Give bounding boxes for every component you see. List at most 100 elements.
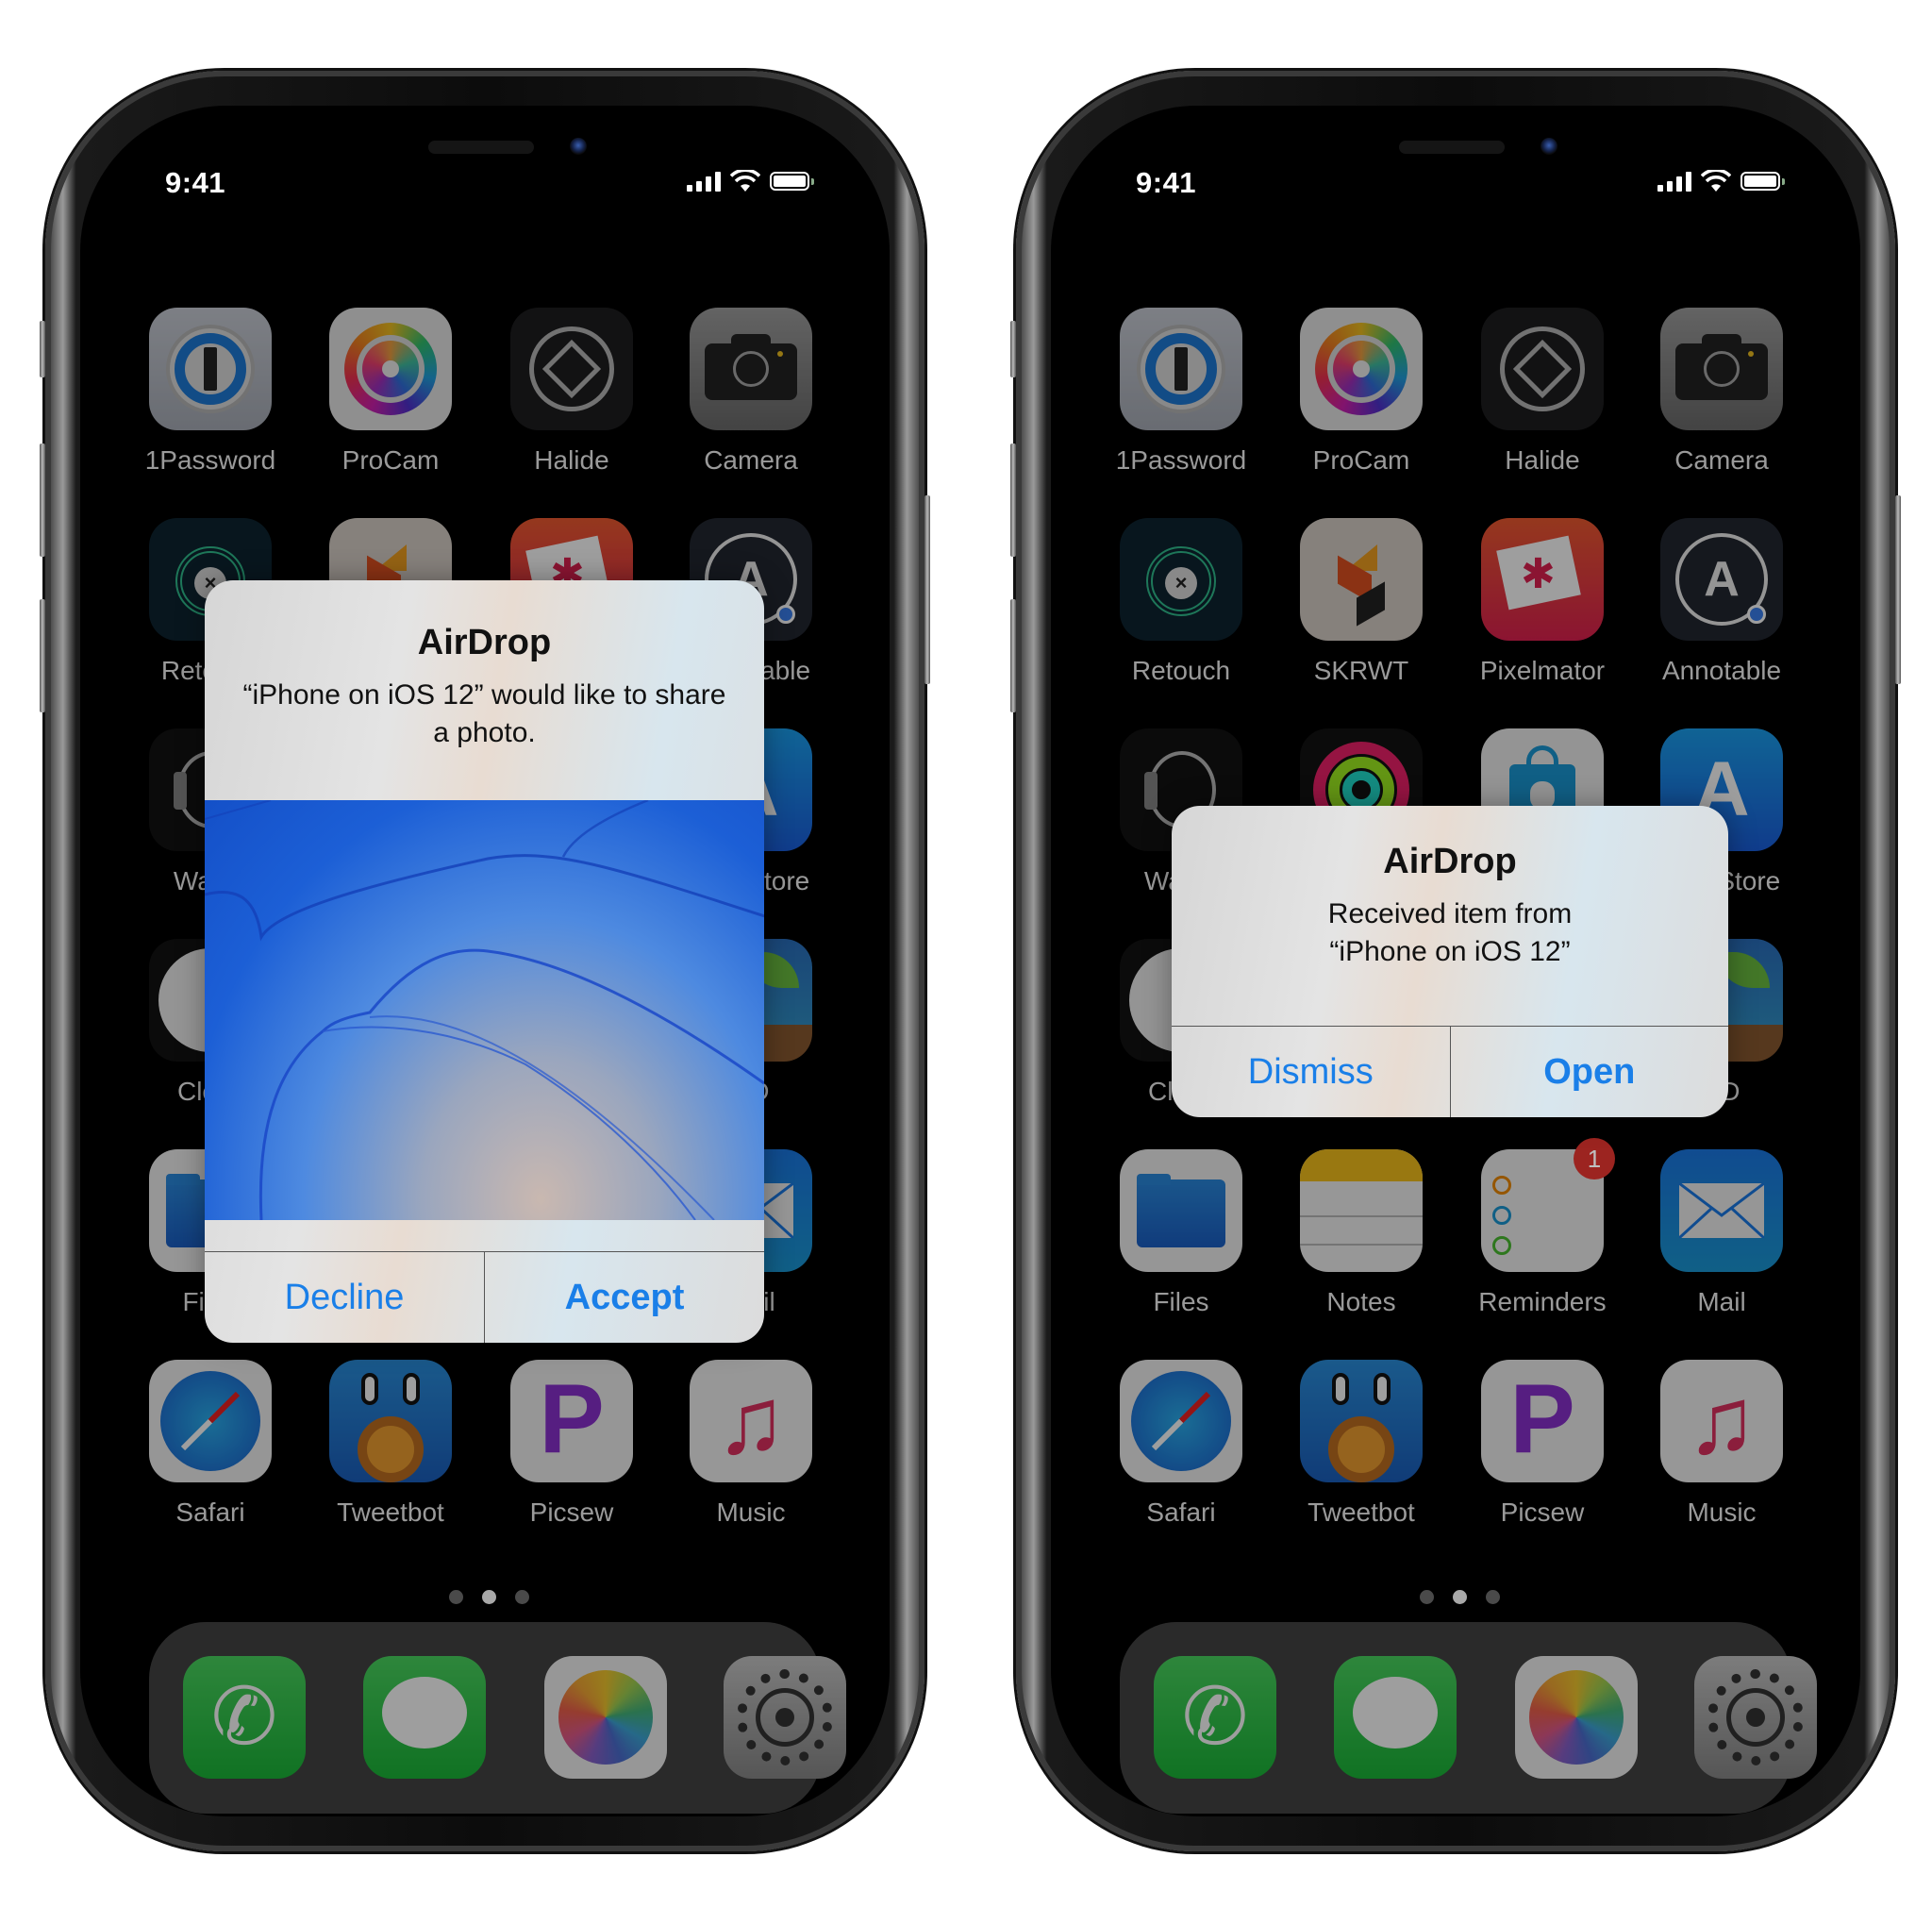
app-tweetbot[interactable]: Tweetbot (329, 1360, 452, 1527)
app-tweetbot[interactable]: Tweetbot (1300, 1360, 1423, 1527)
tweetbot-icon (1300, 1360, 1423, 1482)
files-icon (1120, 1149, 1242, 1272)
1password-icon (1120, 308, 1242, 430)
app-label: Tweetbot (337, 1497, 444, 1527)
dock-app-phone[interactable]: ✆ (183, 1656, 306, 1779)
dock-app-photos[interactable] (1515, 1656, 1638, 1779)
open-button[interactable]: Open (1449, 1027, 1729, 1117)
phone-icon: ✆ (1154, 1656, 1276, 1779)
procam-icon (1300, 308, 1423, 430)
app-label: Camera (1674, 445, 1769, 475)
app-retouch[interactable]: × Retouch (1120, 518, 1242, 685)
alert-title: AirDrop (1383, 842, 1517, 881)
dock-app-messages[interactable] (1334, 1656, 1457, 1779)
camera-icon (1660, 308, 1783, 430)
app-camera[interactable]: Camera (1660, 308, 1783, 475)
app-pixelmator[interactable]: ✱ Pixelmator (1480, 518, 1605, 685)
app-halide[interactable]: Halide (510, 308, 633, 475)
app-label: Files (1153, 1287, 1209, 1316)
page-dot[interactable] (449, 1590, 463, 1604)
app-label: Camera (704, 445, 798, 475)
halide-icon (1481, 308, 1604, 430)
safari-icon (149, 1360, 272, 1482)
app-label: Music (1687, 1497, 1757, 1527)
settings-icon (1694, 1656, 1817, 1779)
app-label: Music (716, 1497, 786, 1527)
decline-button[interactable]: Decline (205, 1252, 484, 1343)
app-notes[interactable]: Notes (1300, 1149, 1423, 1316)
app-label: Pixelmator (1479, 656, 1606, 685)
app-annotable[interactable]: A Annotable (1660, 518, 1783, 685)
app-label: Notes (1326, 1287, 1396, 1316)
app-label: Safari (1146, 1497, 1216, 1527)
app-label: Tweetbot (1307, 1497, 1415, 1527)
mute-switch (1010, 321, 1016, 377)
dismiss-button[interactable]: Dismiss (1172, 1027, 1450, 1117)
airdrop-received-alert: AirDrop Received item from “iPhone on iO… (1172, 806, 1728, 1117)
iphone-left: 9:41 1PasswordProCamHalideCamera×Retouch… (40, 71, 930, 1851)
app-safari[interactable]: Safari (1120, 1360, 1242, 1527)
volume-up-button (1010, 443, 1016, 557)
app-label: Picsew (1500, 1497, 1585, 1527)
app-label: SKRWT (1313, 656, 1409, 685)
volume-down-button (40, 599, 45, 712)
music-icon: ♫ (1660, 1360, 1783, 1482)
iphone-right: 9:41 1Password ProCam Halide Camera × Retouch… (1010, 71, 1901, 1851)
app-label: Halide (1505, 445, 1580, 475)
app-label: Annotable (1661, 656, 1782, 685)
app-picsew[interactable]: P Picsew (1481, 1360, 1604, 1527)
photos-icon (544, 1656, 667, 1779)
app-files[interactable]: Files (1120, 1149, 1242, 1316)
app-halide[interactable]: Halide (1481, 308, 1604, 475)
dock-app-phone[interactable]: ✆ (1154, 1656, 1276, 1779)
picsew-icon: P (1481, 1360, 1604, 1482)
app-camera[interactable]: Camera (690, 308, 812, 475)
halide-icon (510, 308, 633, 430)
app-1password[interactable]: 1Password (145, 308, 275, 475)
app-label: Mail (1697, 1287, 1746, 1316)
tweetbot-icon (329, 1360, 452, 1482)
music-icon: ♫ (690, 1360, 812, 1482)
alert-message: Received item from “iPhone on iOS 12” (1327, 898, 1573, 967)
page-indicator[interactable] (1420, 1590, 1500, 1604)
app-procam[interactable]: ProCam (329, 308, 452, 475)
messages-icon (1334, 1656, 1457, 1779)
app-label: Picsew (529, 1497, 614, 1527)
app-reminders[interactable]: 1 Reminders (1478, 1138, 1615, 1316)
dock: ✆ (149, 1622, 846, 1814)
page-dot[interactable] (1420, 1590, 1434, 1604)
app-mail[interactable]: Mail (1660, 1149, 1783, 1316)
app-picsew[interactable]: P Picsew (510, 1360, 633, 1527)
app-1password[interactable]: 1Password (1116, 308, 1246, 475)
accept-button[interactable]: Accept (484, 1252, 764, 1343)
shared-photo-preview (205, 800, 764, 1220)
page-dot[interactable] (1453, 1590, 1467, 1604)
volume-up-button (40, 443, 45, 557)
alert-button-row: Decline Accept (205, 1251, 764, 1343)
page-indicator[interactable] (449, 1590, 529, 1604)
camera-icon (690, 308, 812, 430)
dock-app-photos[interactable] (544, 1656, 667, 1779)
app-label: Halide (534, 445, 609, 475)
settings-icon (724, 1656, 846, 1779)
app-music[interactable]: ♫ Music (690, 1360, 812, 1527)
app-music[interactable]: ♫ Music (1660, 1360, 1783, 1527)
wallpaper-swirl-graphic (205, 800, 764, 1220)
dock-app-settings[interactable] (1694, 1656, 1817, 1779)
app-label: Retouch (1131, 656, 1231, 685)
skrwt-icon (1300, 518, 1423, 641)
app-label: Safari (175, 1497, 245, 1527)
page-dot[interactable] (515, 1590, 529, 1604)
volume-down-button (1010, 599, 1016, 712)
app-label: ProCam (341, 445, 440, 475)
app-safari[interactable]: Safari (149, 1360, 272, 1527)
messages-icon (363, 1656, 486, 1779)
app-skrwt[interactable]: SKRWT (1300, 518, 1423, 685)
pixelmator-icon: ✱ (1481, 518, 1604, 641)
app-procam[interactable]: ProCam (1300, 308, 1423, 475)
page-dot[interactable] (482, 1590, 496, 1604)
dock-app-settings[interactable] (724, 1656, 846, 1779)
dock-app-messages[interactable] (363, 1656, 486, 1779)
annotable-icon: A (1660, 518, 1783, 641)
page-dot[interactable] (1486, 1590, 1500, 1604)
